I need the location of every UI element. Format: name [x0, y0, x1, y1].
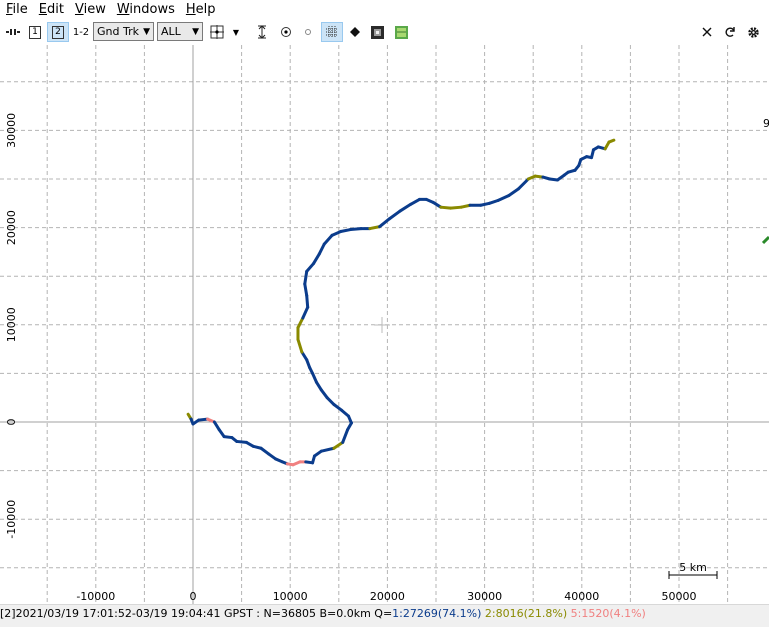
close-icon[interactable]	[697, 22, 717, 42]
reload-icon[interactable]	[720, 22, 740, 42]
grid-toggle-icon[interactable]	[321, 22, 343, 42]
track-segment	[398, 202, 413, 213]
plot-canvas[interactable]: -10000 0 10000 20000 30000 40000 50000 30000 200…	[0, 45, 769, 604]
track-segment	[305, 262, 316, 273]
y-tick-label: 10000	[5, 307, 18, 342]
scale-bar-label: 5 km	[679, 561, 707, 574]
y-tick-label: 0	[5, 419, 18, 426]
track-segment	[303, 282, 309, 298]
x-tick-label: 30000	[467, 590, 502, 603]
track-segment	[305, 294, 310, 309]
track-segment	[607, 138, 616, 144]
connect-icon[interactable]	[4, 22, 22, 42]
track-segment	[409, 197, 421, 206]
track-segment	[496, 194, 511, 202]
track-segment	[301, 305, 310, 320]
track-segment	[322, 233, 334, 246]
show-points-icon[interactable]	[298, 22, 318, 42]
track-segment	[317, 242, 326, 256]
track-segment	[296, 337, 304, 354]
track-segment	[312, 252, 321, 266]
x-tick-label: 0	[190, 590, 197, 603]
source-2-button[interactable]: 2	[47, 22, 69, 42]
status-summary: [2]2021/03/19 17:01:52-03/19 19:04:41 GP…	[0, 607, 393, 620]
marker-diamond-icon[interactable]	[345, 22, 365, 42]
gear-icon[interactable]	[743, 22, 763, 42]
y-tick-label: 20000	[5, 210, 18, 245]
menu-help[interactable]: Help	[180, 0, 221, 20]
x-tick-label: 10000	[273, 590, 308, 603]
track-segment	[449, 205, 463, 210]
ground-track-plot[interactable]: -10000 0 10000 20000 30000 40000 50000 30000 200…	[0, 45, 769, 604]
satellite-filter-select[interactable]: ALL ▼	[157, 22, 203, 41]
track-segment	[296, 316, 305, 330]
x-tick-label: 20000	[370, 590, 405, 603]
x-tick-label: -10000	[76, 590, 115, 603]
plot-type-select[interactable]: Gnd Trk ▼	[93, 22, 154, 41]
y-tick-label: 30000	[5, 113, 18, 148]
track-segment	[303, 269, 309, 286]
x-tick-label: 50000	[662, 590, 697, 603]
menu-edit[interactable]: Edit	[33, 0, 69, 20]
status-q1: 1:27269(74.1%)	[392, 607, 482, 620]
map-image-icon[interactable]	[391, 22, 411, 42]
offscreen-track-mark	[761, 235, 769, 245]
menu-bar: File Edit View Windows Help	[0, 0, 769, 20]
status-bar: [2]2021/03/19 17:01:52-03/19 19:04:41 GP…	[0, 604, 769, 622]
track-segment	[319, 446, 336, 453]
source-1-button[interactable]: 1	[25, 22, 45, 42]
source-1-2-button[interactable]: 1-2	[71, 22, 91, 42]
chevron-down-icon: ▼	[143, 27, 150, 37]
right-edge-label: 9	[763, 117, 769, 130]
fit-vertical-icon[interactable]	[252, 22, 272, 42]
center-origin-icon[interactable]	[207, 22, 227, 42]
track-segment	[341, 428, 350, 444]
track-segment	[348, 227, 363, 232]
track-segment	[507, 187, 521, 198]
toolbar: 1 2 1-2 Gnd Trk ▼ ALL ▼ ▼	[0, 20, 769, 45]
menu-view[interactable]: View	[69, 0, 111, 20]
track-segment	[387, 209, 402, 221]
menu-file[interactable]: File	[0, 0, 33, 20]
menu-windows[interactable]: Windows	[111, 0, 180, 20]
origin-dropdown-icon[interactable]: ▼	[229, 22, 243, 42]
y-tick-label: -10000	[5, 500, 18, 539]
status-q2: 2:8016(21.8%)	[484, 607, 568, 620]
chevron-down-icon: ▼	[192, 27, 199, 37]
status-q5: 5:1520(4.1%)	[570, 607, 646, 620]
satellite-image-icon[interactable]	[367, 22, 387, 42]
x-tick-label: 40000	[564, 590, 599, 603]
track-segment	[517, 177, 530, 191]
center-point-icon[interactable]	[276, 22, 296, 42]
